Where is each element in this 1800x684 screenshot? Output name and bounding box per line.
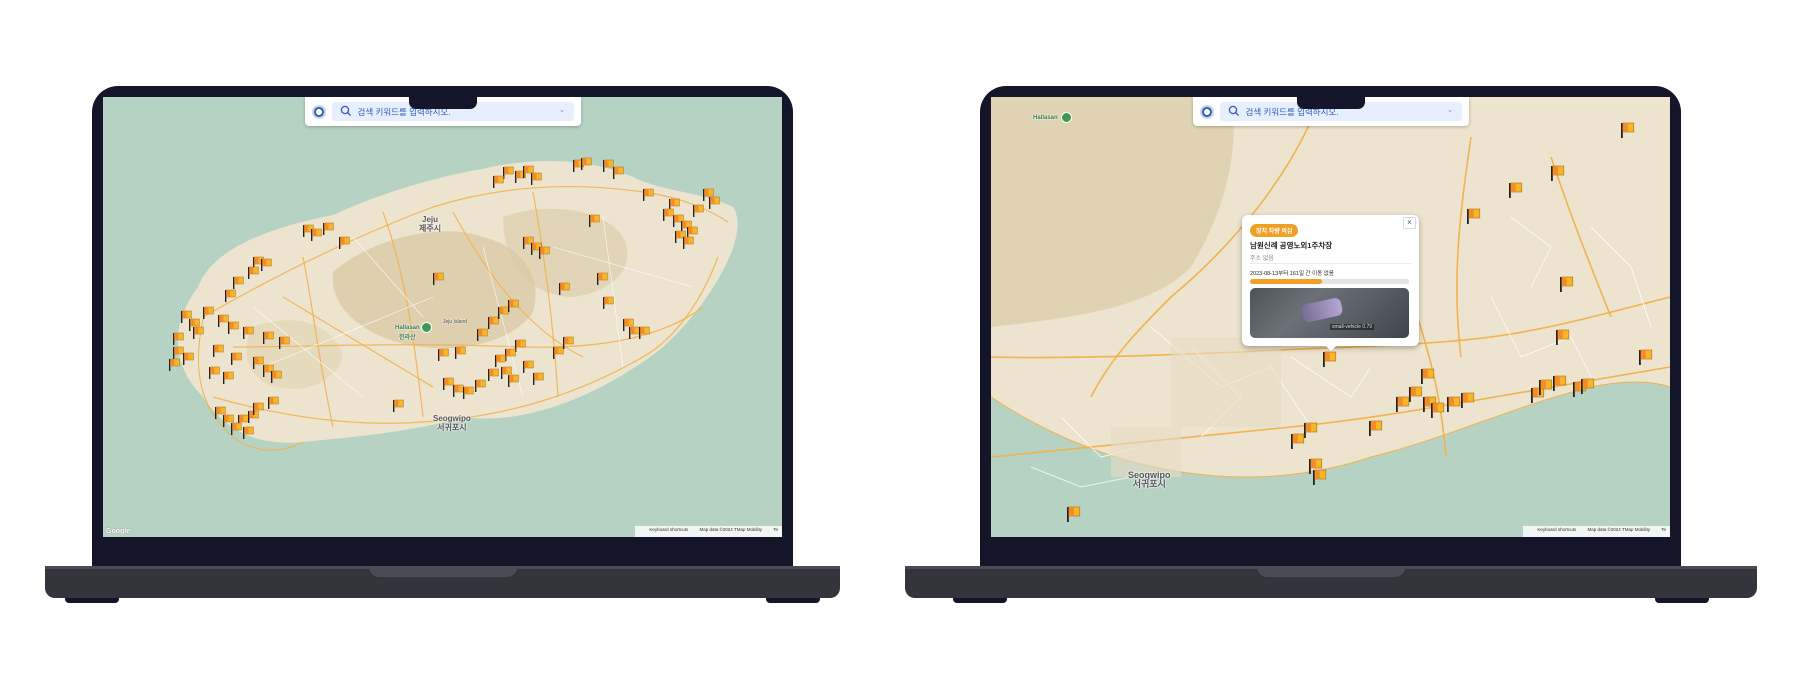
idle-progress-bar [1250,279,1409,284]
peak-label: Hallasan [1033,115,1058,121]
close-icon[interactable]: × [1403,217,1416,229]
laptop-foot [953,598,1007,603]
terms-link[interactable]: Te [1661,527,1666,532]
city-name-en: Jeju [422,215,439,224]
trackpad-groove [1257,566,1405,577]
city-name-ko: 서귀포시 [1132,479,1166,489]
map-attribution: Map data ©2024 TMap Mobility [699,527,762,532]
chevron-down-icon[interactable]: ⌄ [559,105,566,114]
map-screen-left[interactable]: Jeju 제주시 Seogwipo 서귀포시 Hallasan 한라산 Jeju I… [103,97,782,537]
terms-link[interactable]: Te [773,527,778,532]
map-attribution: Map data ©2024 TMap Mobility [1587,527,1650,532]
vehicle-info-popup: 장치 차량 의심 × 남원신례 공영노외1주차장 주소 없음 2023-08-1… [1242,215,1419,351]
city-label-seogwipo: Seogwipo 서귀포시 [1128,471,1171,489]
app-logo-icon[interactable] [311,105,326,119]
search-icon [1228,105,1239,116]
trackpad-groove [368,566,517,577]
map-screen-right[interactable]: Hallasan Seogwipo 서귀포시 장치 차량 의심 × 남원신례 공영… [991,97,1670,537]
island-label: Jeju Island [443,319,467,325]
map-footer: Keyboard shortcuts Map data ©2024 TMap M… [1523,526,1670,537]
camera-notch [408,97,477,109]
city-name-ko: 서귀포시 [437,423,467,432]
keyboard-shortcuts-link[interactable]: Keyboard shortcuts [1537,527,1576,532]
progress-fill [1250,279,1322,284]
city-name-ko: 제주시 [419,224,442,233]
laptop-foot [1655,598,1709,603]
laptop-base [905,566,1757,598]
vehicle-flag-markers[interactable] [103,97,782,537]
mountain-poi-icon[interactable] [421,322,432,333]
laptop-right: Hallasan Seogwipo 서귀포시 장치 차량 의심 × 남원신례 공영… [905,86,1757,603]
laptop-base [45,566,840,598]
chevron-down-icon[interactable]: ⌄ [1447,105,1454,114]
peak-label: Hallasan [395,325,420,331]
popup-pointer [1324,345,1337,351]
laptop-foot [766,598,820,603]
laptop-lid: Jeju 제주시 Seogwipo 서귀포시 Hallasan 한라산 Jeju I… [92,86,793,566]
peak-label-ko: 한라산 [399,335,416,341]
city-name-en: Seogwipo [433,414,471,423]
search-icon [340,105,351,116]
detected-vehicle [1300,297,1344,323]
parking-lot-title: 남원신례 공영노외1주차장 [1250,241,1333,250]
idle-period-text: 2023-08-13부터 161일 간 이동 없음 [1250,271,1334,277]
laptop-left: Jeju 제주시 Seogwipo 서귀포시 Hallasan 한라산 Jeju I… [45,86,840,603]
laptop-lid: Hallasan Seogwipo 서귀포시 장치 차량 의심 × 남원신례 공영… [980,86,1681,566]
google-logo: Google [106,528,131,535]
detection-label: small-vehicle 0.79 [1330,324,1375,330]
keyboard-shortcuts-link[interactable]: Keyboard shortcuts [649,527,688,532]
vehicle-photo[interactable]: small-vehicle 0.79 [1250,288,1409,338]
laptop-foot [65,598,119,603]
status-badge: 장치 차량 의심 [1250,224,1299,237]
address-text: 주소 없음 [1250,256,1274,262]
mountain-poi-icon[interactable] [1061,112,1072,123]
camera-notch [1296,97,1365,109]
app-logo-icon[interactable] [1199,105,1214,119]
city-label-jeju: Jeju 제주시 [419,215,441,233]
city-label-seogwipo: Seogwipo 서귀포시 [433,414,471,432]
divider [1250,263,1411,264]
map-footer: Keyboard shortcuts Map data ©2024 TMap M… [635,526,782,537]
